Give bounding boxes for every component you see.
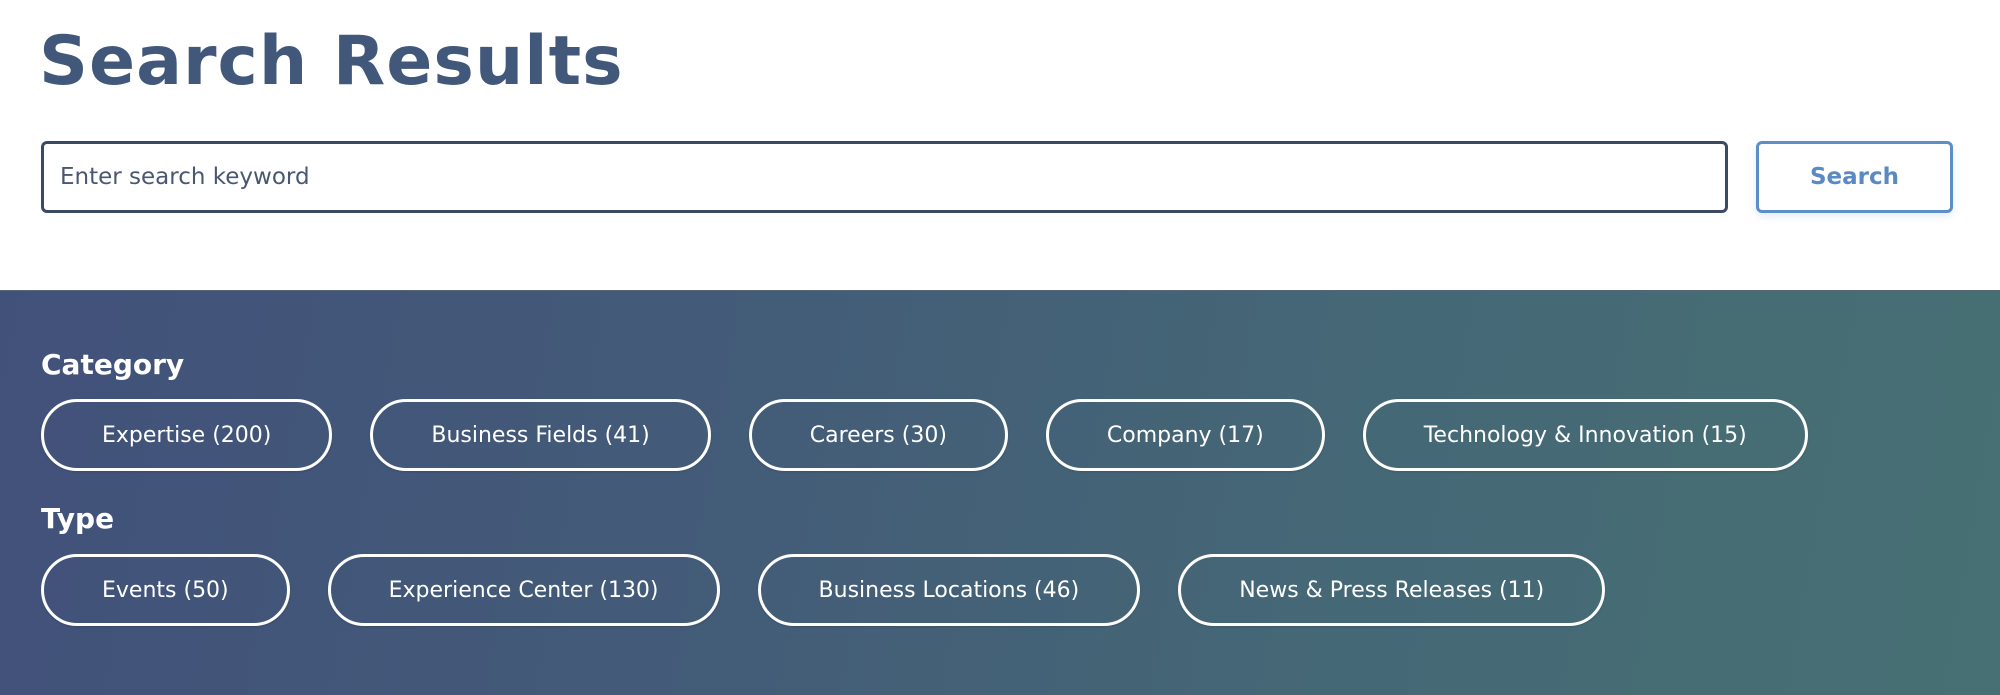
category-filter-group: Expertise (200) Business Fields (41) Car…: [41, 399, 1808, 471]
filter-panel: Category Expertise (200) Business Fields…: [0, 290, 2000, 695]
page-title: Search Results: [39, 22, 624, 101]
filter-pill-careers[interactable]: Careers (30): [748, 399, 1008, 471]
type-filter-label: Type: [41, 502, 115, 535]
filter-pill-technology-innovation[interactable]: Technology & Innovation (15): [1362, 399, 1808, 471]
search-button[interactable]: Search: [1756, 141, 1953, 213]
search-bar: Search: [41, 141, 1953, 213]
type-filter-group: Events (50) Experience Center (130) Busi…: [41, 554, 1606, 626]
filter-pill-expertise[interactable]: Expertise (200): [41, 399, 333, 471]
search-input[interactable]: [41, 141, 1728, 213]
filter-pill-business-fields[interactable]: Business Fields (41): [370, 399, 711, 471]
search-header-section: Search Results Search: [0, 0, 2000, 290]
filter-pill-news-press-releases[interactable]: News & Press Releases (11): [1178, 554, 1606, 626]
filter-pill-experience-center[interactable]: Experience Center (130): [327, 554, 720, 626]
filter-pill-business-locations[interactable]: Business Locations (46): [757, 554, 1141, 626]
filter-pill-company[interactable]: Company (17): [1045, 399, 1325, 471]
category-filter-label: Category: [41, 348, 185, 381]
filter-pill-events[interactable]: Events (50): [41, 554, 290, 626]
